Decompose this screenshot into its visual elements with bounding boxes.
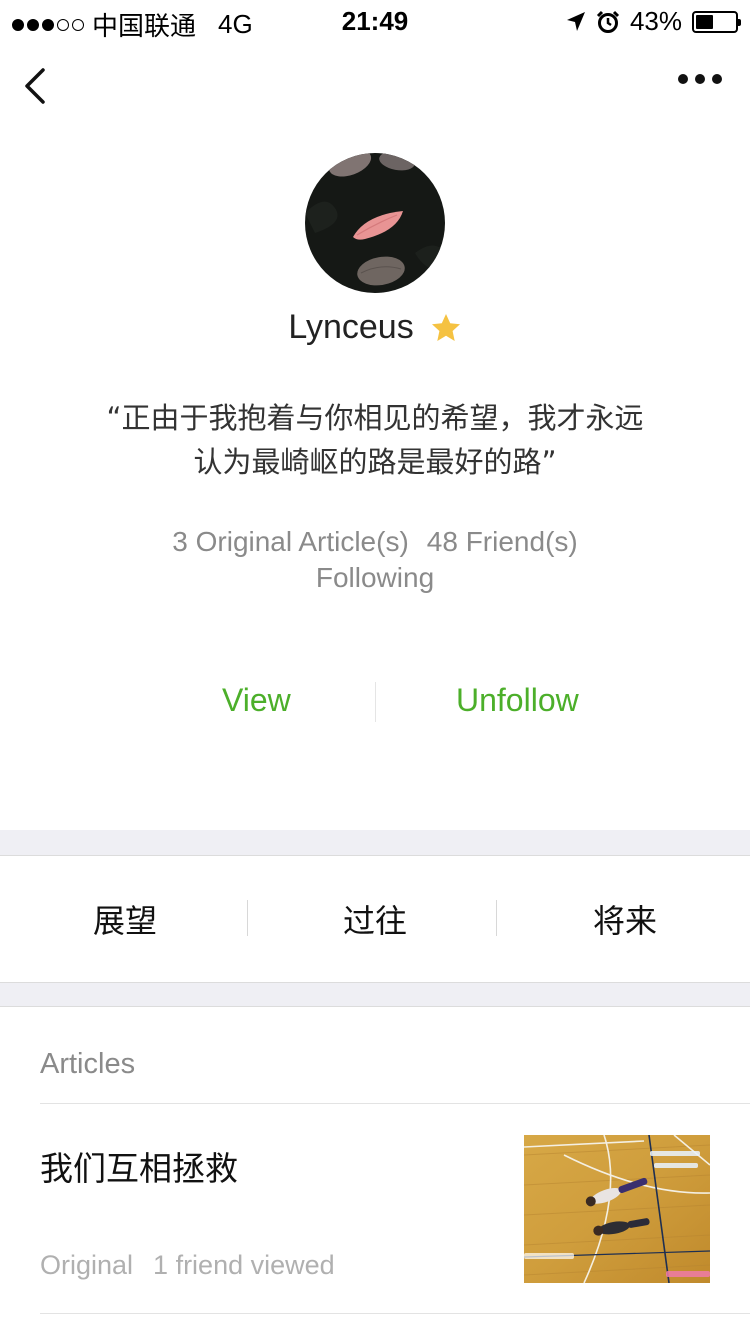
location-arrow-icon — [566, 11, 585, 31]
battery-icon — [692, 10, 741, 33]
avatar[interactable] — [305, 153, 445, 293]
status-right: 43% — [566, 6, 741, 37]
friends-following-count: 48 Friend(s) — [426, 526, 578, 557]
divider-line — [0, 1006, 750, 1007]
section-separator — [0, 983, 750, 1006]
menu-item-past[interactable]: 过往 — [250, 856, 500, 982]
article-views: 1 friend viewed — [153, 1250, 335, 1280]
divider-line — [40, 1313, 750, 1314]
status-bar: 中国联通 4G 21:49 43% — [0, 0, 750, 41]
action-divider — [375, 682, 376, 722]
article-thumbnail-image — [524, 1135, 710, 1283]
profile-actions: View Unfollow — [0, 676, 750, 728]
alarm-clock-icon — [596, 10, 620, 33]
article-title[interactable]: 我们互相拯救 — [40, 1142, 238, 1190]
official-account-menu: 展望 过往 将来 — [0, 856, 750, 982]
battery-percentage: 43% — [629, 6, 682, 36]
articles-section-title: Articles — [40, 1048, 136, 1080]
article-thumbnail[interactable] — [524, 1135, 710, 1283]
navigation-bar — [0, 40, 750, 128]
unfollow-button[interactable]: Unfollow — [456, 682, 579, 719]
menu-divider — [247, 900, 248, 936]
view-button[interactable]: View — [222, 682, 291, 719]
star-icon — [431, 313, 460, 341]
avatar-image — [305, 153, 445, 293]
section-separator — [0, 830, 750, 855]
menu-item-outlook[interactable]: 展望 — [0, 856, 250, 982]
profile-name: Lynceus — [288, 308, 414, 346]
original-articles-count: 3 Original Article(s) — [172, 526, 409, 557]
divider-line — [40, 1103, 750, 1104]
menu-divider — [496, 900, 497, 936]
menu-item-future[interactable]: 将来 — [500, 856, 750, 982]
profile-stats: 3 Original Article(s) 48 Friend(s) Follow… — [0, 524, 750, 596]
profile-signature: “正由于我抱着与你相见的希望，我才永远认为最崎岖的路是最好的路” — [106, 401, 644, 479]
back-chevron-icon[interactable] — [18, 64, 58, 108]
article-original-tag: Original — [40, 1250, 134, 1280]
profile-name-row: Lynceus — [0, 308, 750, 347]
friends-following-label: Following — [315, 562, 435, 593]
more-options-icon[interactable] — [678, 74, 722, 84]
article-meta: Original 1 friend viewed — [40, 1250, 335, 1281]
